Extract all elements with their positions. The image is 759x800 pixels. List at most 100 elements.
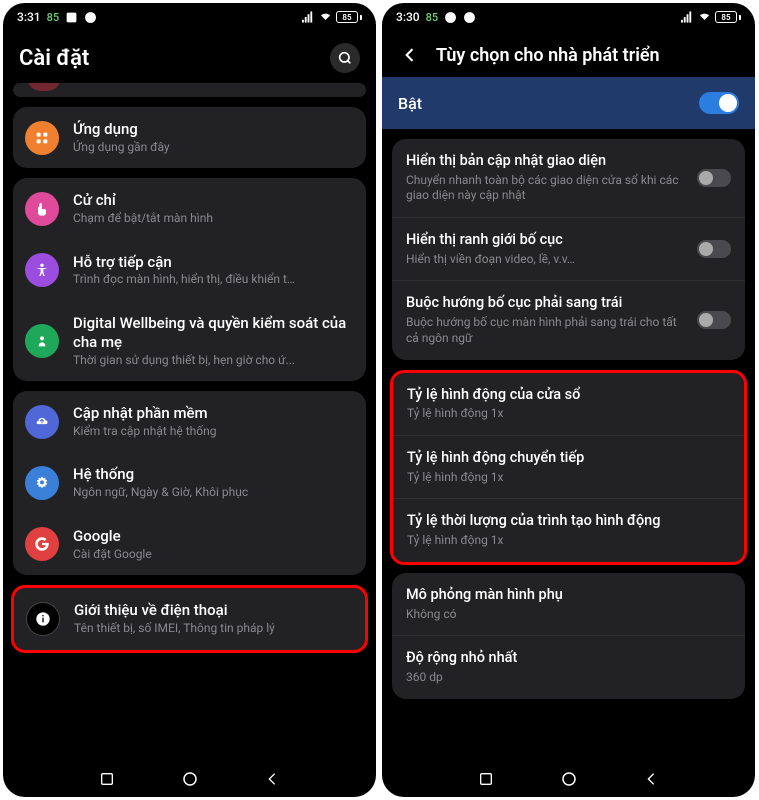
battery-level: 85 bbox=[342, 13, 351, 22]
force-rtl-toggle[interactable] bbox=[697, 311, 731, 329]
dev-item-animator[interactable]: Tỷ lệ thời lượng của trình tạo hình động… bbox=[393, 498, 744, 561]
enable-developer-toggle-row[interactable]: Bật bbox=[382, 77, 755, 129]
update-ui-title: Hiển thị bản cập nhật giao diện bbox=[406, 152, 685, 171]
status-bar: 3:31 85 85 bbox=[3, 3, 376, 31]
nav-recent-button[interactable] bbox=[477, 770, 495, 788]
settings-list[interactable]: Ứng dụng Ứng dụng gần đây Cử chỉ Chạm để… bbox=[3, 83, 376, 761]
settings-item-about[interactable]: Giới thiệu về điện thoại Tên thiết bị, s… bbox=[14, 588, 365, 649]
trans-anim-sub: Tỷ lệ hình động 1x bbox=[407, 470, 730, 486]
animator-title: Tỷ lệ thời lượng của trình tạo hình động bbox=[407, 512, 730, 531]
signal-icon bbox=[681, 11, 694, 24]
settings-item-update[interactable]: Cập nhật phần mềm Kiểm tra cập nhật hệ t… bbox=[13, 391, 366, 452]
system-title: Hệ thống bbox=[73, 465, 354, 484]
partial-row-top bbox=[13, 83, 366, 97]
nav-back-button[interactable] bbox=[263, 770, 281, 788]
page-title: Tùy chọn cho nhà phát triển bbox=[432, 45, 660, 66]
header: Tùy chọn cho nhà phát triển bbox=[382, 31, 755, 77]
facebook-icon bbox=[444, 11, 457, 24]
messenger-icon bbox=[463, 11, 476, 24]
dev-item-trans-anim[interactable]: Tỷ lệ hình động chuyển tiếp Tỷ lệ hình đ… bbox=[393, 435, 744, 498]
dev-item-force-rtl[interactable]: Buộc hướng bố cục phải sang trái Buộc hư… bbox=[392, 280, 745, 359]
status-count: 85 bbox=[426, 11, 439, 24]
layout-bounds-sub: Hiển thị viền đoạn video, lề, v.v… bbox=[406, 252, 685, 268]
wifi-icon bbox=[319, 11, 332, 24]
apps-icon bbox=[25, 121, 59, 155]
wifi-icon bbox=[698, 11, 711, 24]
layout-bounds-title: Hiển thị ranh giới bố cục bbox=[406, 231, 685, 250]
dev-item-min-width[interactable]: Độ rộng nhỏ nhất 360 dp bbox=[392, 635, 745, 698]
gesture-sub: Chạm để bật/tắt màn hình bbox=[73, 211, 354, 227]
battery-level: 85 bbox=[721, 13, 730, 22]
signal-icon bbox=[302, 11, 315, 24]
dev-item-layout-bounds[interactable]: Hiển thị ranh giới bố cục Hiển thị viền … bbox=[392, 217, 745, 280]
about-sub: Tên thiết bị, số IMEI, Thông tin pháp lý bbox=[74, 621, 353, 637]
gesture-icon bbox=[25, 192, 59, 226]
accessibility-sub: Trình đọc màn hình, hiển thị, điều khiển… bbox=[73, 272, 354, 288]
settings-item-accessibility[interactable]: Hỗ trợ tiếp cận Trình đọc màn hình, hiển… bbox=[13, 240, 366, 301]
settings-item-google[interactable]: Google Cài đặt Google bbox=[13, 514, 366, 575]
gallery-icon bbox=[65, 11, 78, 24]
force-rtl-title: Buộc hướng bố cục phải sang trái bbox=[406, 294, 685, 313]
search-button[interactable] bbox=[330, 43, 360, 73]
status-count: 85 bbox=[47, 11, 60, 24]
nav-back-button[interactable] bbox=[642, 770, 660, 788]
update-ui-toggle[interactable] bbox=[697, 169, 731, 187]
navigation-bar bbox=[3, 761, 376, 797]
google-title: Google bbox=[73, 527, 354, 546]
battery-icon: 85 bbox=[715, 11, 741, 23]
header: Cài đặt bbox=[3, 31, 376, 83]
app-icon bbox=[84, 11, 97, 24]
about-title: Giới thiệu về điện thoại bbox=[74, 601, 353, 620]
gesture-title: Cử chỉ bbox=[73, 191, 354, 210]
nav-home-button[interactable] bbox=[181, 770, 199, 788]
accessibility-title: Hỗ trợ tiếp cận bbox=[73, 253, 354, 272]
settings-item-apps[interactable]: Ứng dụng Ứng dụng gần đây bbox=[13, 107, 366, 168]
update-ui-sub: Chuyển nhanh toàn bộ các giao diện cửa s… bbox=[406, 173, 685, 204]
settings-item-system[interactable]: Hệ thống Ngôn ngữ, Ngày & Giờ, Khôi phục bbox=[13, 452, 366, 513]
trans-anim-title: Tỷ lệ hình động chuyển tiếp bbox=[407, 449, 730, 468]
wellbeing-title: Digital Wellbeing và quyền kiểm soát của… bbox=[73, 314, 354, 352]
enable-label: Bật bbox=[398, 94, 422, 113]
battery-icon: 85 bbox=[336, 11, 362, 23]
dev-item-window-anim[interactable]: Tỷ lệ hình động của cửa sổ Tỷ lệ hình độ… bbox=[393, 373, 744, 435]
wellbeing-sub: Thời gian sử dụng thiết bị, hẹn giờ cho … bbox=[73, 353, 354, 369]
nav-home-button[interactable] bbox=[560, 770, 578, 788]
page-title: Cài đặt bbox=[19, 46, 89, 71]
update-title: Cập nhật phần mềm bbox=[73, 404, 354, 423]
layout-bounds-toggle[interactable] bbox=[697, 240, 731, 258]
back-button[interactable] bbox=[398, 43, 422, 67]
update-sub: Kiểm tra cập nhật hệ thống bbox=[73, 424, 354, 440]
settings-item-wellbeing[interactable]: Digital Wellbeing và quyền kiểm soát của… bbox=[13, 301, 366, 381]
phone-right-developer: 3:30 85 85 Tùy chọn cho nhà phát triển B… bbox=[382, 3, 755, 797]
apps-sub: Ứng dụng gần đây bbox=[73, 140, 354, 156]
about-icon bbox=[26, 602, 60, 636]
apps-title: Ứng dụng bbox=[73, 120, 354, 139]
navigation-bar bbox=[382, 761, 755, 797]
min-width-title: Độ rộng nhỏ nhất bbox=[406, 649, 731, 668]
status-time: 3:31 bbox=[17, 10, 41, 24]
window-anim-title: Tỷ lệ hình động của cửa sổ bbox=[407, 386, 730, 405]
secondary-sub: Không có bbox=[406, 607, 731, 623]
highlighted-animation-scales: Tỷ lệ hình động của cửa sổ Tỷ lệ hình độ… bbox=[390, 370, 747, 565]
animator-sub: Tỷ lệ hình động 1x bbox=[407, 533, 730, 549]
settings-item-gesture[interactable]: Cử chỉ Chạm để bật/tắt màn hình bbox=[13, 178, 366, 239]
dev-item-secondary[interactable]: Mô phỏng màn hình phụ Không có bbox=[392, 573, 745, 635]
system-icon bbox=[25, 466, 59, 500]
dev-item-update-ui[interactable]: Hiển thị bản cập nhật giao diện Chuyển n… bbox=[392, 139, 745, 217]
update-icon bbox=[25, 405, 59, 439]
nav-recent-button[interactable] bbox=[98, 770, 116, 788]
window-anim-sub: Tỷ lệ hình động 1x bbox=[407, 406, 730, 422]
status-bar: 3:30 85 85 bbox=[382, 3, 755, 31]
status-time: 3:30 bbox=[396, 10, 420, 24]
force-rtl-sub: Buộc hướng bố cục màn hình phải sang trá… bbox=[406, 315, 685, 346]
enable-toggle[interactable] bbox=[699, 92, 739, 114]
highlighted-about-phone: Giới thiệu về điện thoại Tên thiết bị, s… bbox=[11, 585, 368, 652]
accessibility-icon bbox=[25, 253, 59, 287]
system-sub: Ngôn ngữ, Ngày & Giờ, Khôi phục bbox=[73, 485, 354, 501]
wellbeing-icon bbox=[25, 324, 59, 358]
google-icon bbox=[25, 527, 59, 561]
developer-options-list[interactable]: Bật Hiển thị bản cập nhật giao diện Chuy… bbox=[382, 77, 755, 761]
min-width-sub: 360 dp bbox=[406, 670, 731, 686]
secondary-title: Mô phỏng màn hình phụ bbox=[406, 586, 731, 605]
phone-left-settings: 3:31 85 85 Cài đặt bbox=[3, 3, 376, 797]
